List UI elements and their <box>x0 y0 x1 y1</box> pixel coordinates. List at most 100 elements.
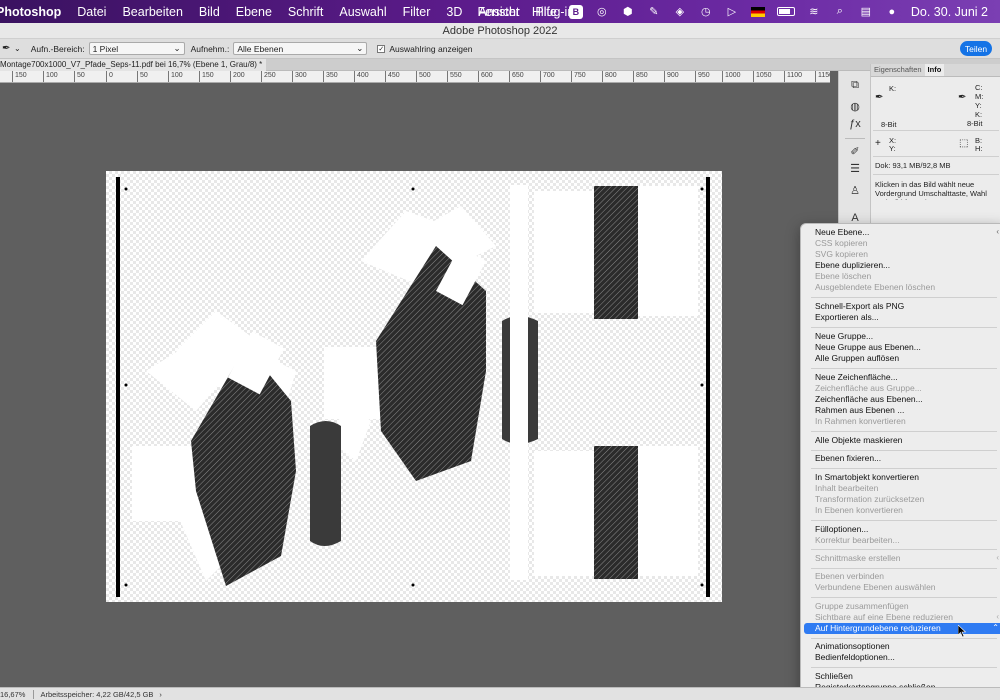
menu-item-select-linked-layers[interactable]: Verbundene Ebenen auswählen <box>804 582 1000 593</box>
menu-item-new-artboard[interactable]: Neue Zeichenfläche... <box>804 372 1000 383</box>
ruler-tick: 800 <box>602 71 617 82</box>
ruler-tick: 750 <box>571 71 586 82</box>
menu-item-artboard-from-layers[interactable]: Zeichenfläche aus Ebenen... <box>804 394 1000 405</box>
horizontal-ruler[interactable]: 150 100 50 0 50 100 150 200 250 300 350 … <box>0 71 830 83</box>
tab-eigenschaften[interactable]: Eigenschaften <box>871 64 925 76</box>
canvas-area[interactable] <box>0 83 830 687</box>
chevron-right-icon[interactable]: › <box>159 690 162 699</box>
app-status-icon[interactable]: B <box>568 4 583 19</box>
menu-item-artboard-from-group[interactable]: Zeichenfläche aus Gruppe... <box>804 383 1000 394</box>
ruler-tick: 550 <box>447 71 462 82</box>
ruler-tick: 450 <box>385 71 400 82</box>
menu-item-convert-to-smart-object[interactable]: In Smartobjekt konvertieren <box>804 472 1000 483</box>
spotlight-search-icon[interactable]: ⌕ <box>833 5 847 19</box>
menu-item-ungroup-all[interactable]: Alle Gruppen auflösen <box>804 353 1000 364</box>
show-ring-checkbox[interactable]: ✓ <box>377 44 386 53</box>
eyedropper-icon[interactable]: ✒ <box>2 43 12 54</box>
ruler-tick: 650 <box>509 71 524 82</box>
menu-item-lock-layers[interactable]: Ebenen fixieren... <box>804 453 1000 464</box>
scratch-disk-info: Arbeitsspeicher: 4,22 GB/42,5 GB <box>40 689 154 699</box>
menu-item-new-layer[interactable]: Neue Ebene... <box>804 227 1000 238</box>
sample-layers-select[interactable]: Alle Ebenen ⌄ <box>233 42 368 55</box>
color-icon[interactable]: ◍ <box>847 98 863 114</box>
cloud-sync-icon[interactable]: ◎ <box>595 5 609 19</box>
menu-item-mask-all-objects[interactable]: Alle Objekte maskieren <box>804 435 1000 446</box>
eyedropper-icon: ✒ <box>958 92 967 103</box>
german-flag-icon[interactable] <box>750 6 765 17</box>
menu-item-frame-from-layers[interactable]: Rahmen aus Ebenen ... <box>804 405 1000 416</box>
menu-fenster[interactable]: Fenster <box>477 5 519 19</box>
menu-item-create-clipping-mask[interactable]: Schnittmaske erstellen <box>804 553 1000 564</box>
menu-item-merge-visible[interactable]: Sichtbare auf eine Ebene reduzieren <box>804 612 1000 623</box>
menu-item-new-group[interactable]: Neue Gruppe... <box>804 331 1000 342</box>
zoom-level[interactable]: 16,67% <box>0 690 25 699</box>
battery-icon[interactable] <box>776 7 795 16</box>
menu-item-copy-svg[interactable]: SVG kopieren <box>804 249 1000 260</box>
menu-item-duplicate-layer[interactable]: Ebene duplizieren... <box>804 260 1000 271</box>
strip-right <box>510 185 528 580</box>
menu-item-convert-to-frame[interactable]: In Rahmen konvertieren <box>804 416 1000 427</box>
info-hint: Klicken in das Bild wählt neue Vordergru… <box>875 180 987 200</box>
ruler-tick: 350 <box>323 71 338 82</box>
menu-schrift[interactable]: Schrift <box>288 5 323 19</box>
launch-icon[interactable]: ◈ <box>673 5 687 19</box>
box-die-left <box>132 311 296 586</box>
menu-filter[interactable]: Filter <box>403 5 431 19</box>
pen-slash-icon[interactable]: ✎ <box>647 5 661 19</box>
menu-item-link-layers[interactable]: Ebenen verbinden <box>804 571 1000 582</box>
menu-item-flatten-image[interactable]: Auf Hintergrundebene reduzieren <box>804 623 1000 634</box>
adjustments-icon[interactable]: ☰ <box>847 160 863 176</box>
menu-item-copy-css[interactable]: CSS kopieren <box>804 238 1000 249</box>
menu-auswahl[interactable]: Auswahl <box>339 5 386 19</box>
shortcut-icon: ⌃ <box>992 623 999 632</box>
menu-3d[interactable]: 3D <box>446 5 462 19</box>
menu-item-edit-contents[interactable]: Inhalt bearbeiten <box>804 483 1000 494</box>
menu-item-convert-to-layers[interactable]: In Ebenen konvertieren <box>804 505 1000 516</box>
control-center-icon[interactable]: ▤ <box>859 5 873 19</box>
menu-item-new-group-from-layers[interactable]: Neue Gruppe aus Ebenen... <box>804 342 1000 353</box>
document-canvas[interactable] <box>106 171 722 602</box>
menu-item-close[interactable]: Schließen <box>804 671 1000 682</box>
menu-item-animation-options[interactable]: Animationsoptionen <box>804 641 1000 652</box>
menu-item-reset-transform[interactable]: Transformation zurücksetzen <box>804 494 1000 505</box>
siri-icon[interactable]: ● <box>885 5 899 19</box>
person-icon[interactable]: ♙ <box>847 182 863 198</box>
chevron-down-icon[interactable]: ⌄ <box>14 44 21 53</box>
time-machine-icon[interactable]: ◷ <box>699 5 713 19</box>
play-icon[interactable]: ▷ <box>725 5 739 19</box>
ruler-tick: 950 <box>695 71 710 82</box>
menu-hilfe[interactable]: Hilfe <box>532 5 557 19</box>
menu-item-export-as[interactable]: Exportieren als... <box>804 312 1000 323</box>
app-menu[interactable]: Photoshop <box>0 5 61 19</box>
brush-icon[interactable]: ✐ <box>847 143 863 159</box>
info-doc-size: Dok: 93,1 MB/92,8 MB <box>875 161 951 170</box>
menu-item-blending-options[interactable]: Fülloptionen... <box>804 524 1000 535</box>
menu-bild[interactable]: Bild <box>199 5 220 19</box>
menu-item-delete-hidden-layers[interactable]: Ausgeblendete Ebenen löschen <box>804 282 1000 293</box>
sample-size-select[interactable]: 1 Pixel ⌄ <box>88 42 185 55</box>
wifi-icon[interactable]: ≋ <box>807 5 821 19</box>
document-tab[interactable]: Montage700x1000_V7_Pfade_Seps-11.pdf bei… <box>0 59 266 71</box>
menubar-clock[interactable]: Do. 30. Juni 2 <box>911 5 988 19</box>
cube-icon[interactable]: ⬢ <box>621 5 635 19</box>
eyedropper-icon: ✒ <box>875 92 884 103</box>
menu-item-edit-adjustment[interactable]: Korrektur bearbeiten... <box>804 535 1000 546</box>
share-button[interactable]: Teilen <box>960 41 992 56</box>
menu-bearbeiten[interactable]: Bearbeiten <box>122 5 182 19</box>
ruler-tick: 150 <box>199 71 214 82</box>
menu-ebene[interactable]: Ebene <box>236 5 272 19</box>
ruler-tick: 1050 <box>753 71 772 82</box>
menu-item-quick-export-png[interactable]: Schnell-Export als PNG <box>804 301 1000 312</box>
status-bar: 16,67% Arbeitsspeicher: 4,22 GB/42,5 GB … <box>0 687 1000 700</box>
menu-item-panel-options[interactable]: Bedienfeldoptionen... <box>804 652 1000 663</box>
ruler-tick: 1100 <box>784 71 802 82</box>
menu-item-merge-group[interactable]: Gruppe zusammenfügen <box>804 601 1000 612</box>
menu-datei[interactable]: Datei <box>77 5 106 19</box>
tab-info[interactable]: Info <box>924 64 945 76</box>
ruler-tick: 50 <box>74 71 85 82</box>
fx-styles-icon[interactable]: ƒx <box>847 116 863 132</box>
document-tabbar: Montage700x1000_V7_Pfade_Seps-11.pdf bei… <box>0 59 1000 71</box>
libraries-icon[interactable]: ⧉ <box>847 77 863 93</box>
menu-item-delete-layer[interactable]: Ebene löschen <box>804 271 1000 282</box>
box-die-center <box>324 206 496 481</box>
